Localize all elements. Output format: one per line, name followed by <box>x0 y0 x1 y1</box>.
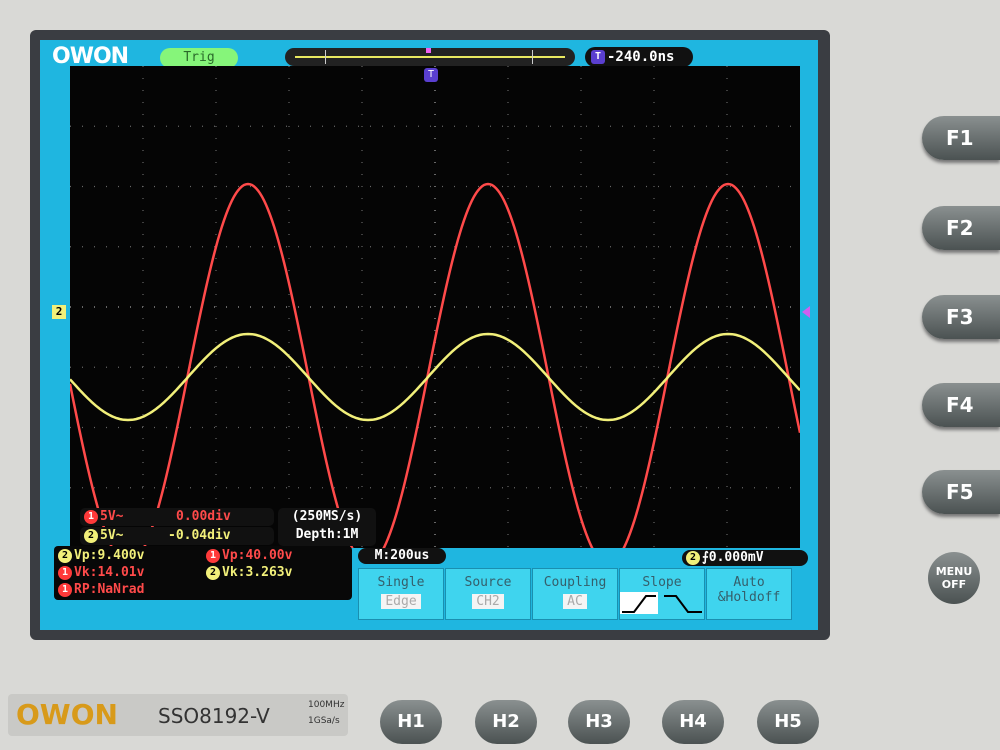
acquisition-info: (250MS/s) Depth:1M <box>278 508 376 546</box>
f4-button[interactable]: F4 <box>922 383 1000 427</box>
trigger-t-icon: T <box>591 50 605 64</box>
brand-plate: OWON SSO8192-V 100MHz 1GSa/s <box>8 694 348 736</box>
h5-button[interactable]: H5 <box>757 700 819 744</box>
f5-button[interactable]: F5 <box>922 470 1000 514</box>
slope-icons <box>620 592 702 614</box>
measurement: RP:NaNrad <box>74 582 145 597</box>
menu-source[interactable]: Source CH2 <box>445 568 531 620</box>
trigger-time-marker[interactable]: T <box>424 68 438 82</box>
f3-button[interactable]: F3 <box>922 295 1000 339</box>
horizontal-position-bar <box>285 48 575 66</box>
waveform-display <box>68 66 802 566</box>
model-name: SSO8192-V <box>158 704 270 728</box>
ch2-info: 2 5V~ -0.04div <box>80 527 274 545</box>
trigger-level-marker[interactable] <box>802 306 810 318</box>
menu-coupling[interactable]: Coupling AC <box>532 568 618 620</box>
measurement: Vk:14.01v <box>74 565 145 580</box>
measurements-panel: 2 Vp:9.400v 1 Vp:40.00v 1 Vk:14.01v 2 Vk:3.2… <box>54 546 352 600</box>
measurement: Vp:9.400v <box>74 548 145 563</box>
ch2-level-marker[interactable]: 2 <box>52 305 66 319</box>
ch1-info: 1 5V~ 0.00div <box>80 508 274 526</box>
menu-slope[interactable]: Slope <box>619 568 705 620</box>
h1-button[interactable]: H1 <box>380 700 442 744</box>
f2-button[interactable]: F2 <box>922 206 1000 250</box>
trigger-position: T -240.0ns <box>585 47 693 67</box>
waveform-svg <box>68 66 802 566</box>
trig-status: Trig <box>160 48 238 68</box>
measurement: Vk:3.263v <box>222 565 293 580</box>
measurement: Vp:40.00v <box>222 548 293 563</box>
trigger-info: 2 ⨍0.000mV <box>682 550 808 566</box>
timebase: M:200us <box>358 548 446 564</box>
h3-button[interactable]: H3 <box>568 700 630 744</box>
f1-button[interactable]: F1 <box>922 116 1000 160</box>
menu-off-button[interactable]: MENU OFF <box>928 552 980 604</box>
menu-auto-holdoff[interactable]: Auto &Holdoff <box>706 568 792 620</box>
h2-button[interactable]: H2 <box>475 700 537 744</box>
menu-single-edge[interactable]: Single Edge <box>358 568 444 620</box>
brand-logo: OWON <box>16 698 118 731</box>
ch2-trace <box>69 332 801 422</box>
h4-button[interactable]: H4 <box>662 700 724 744</box>
